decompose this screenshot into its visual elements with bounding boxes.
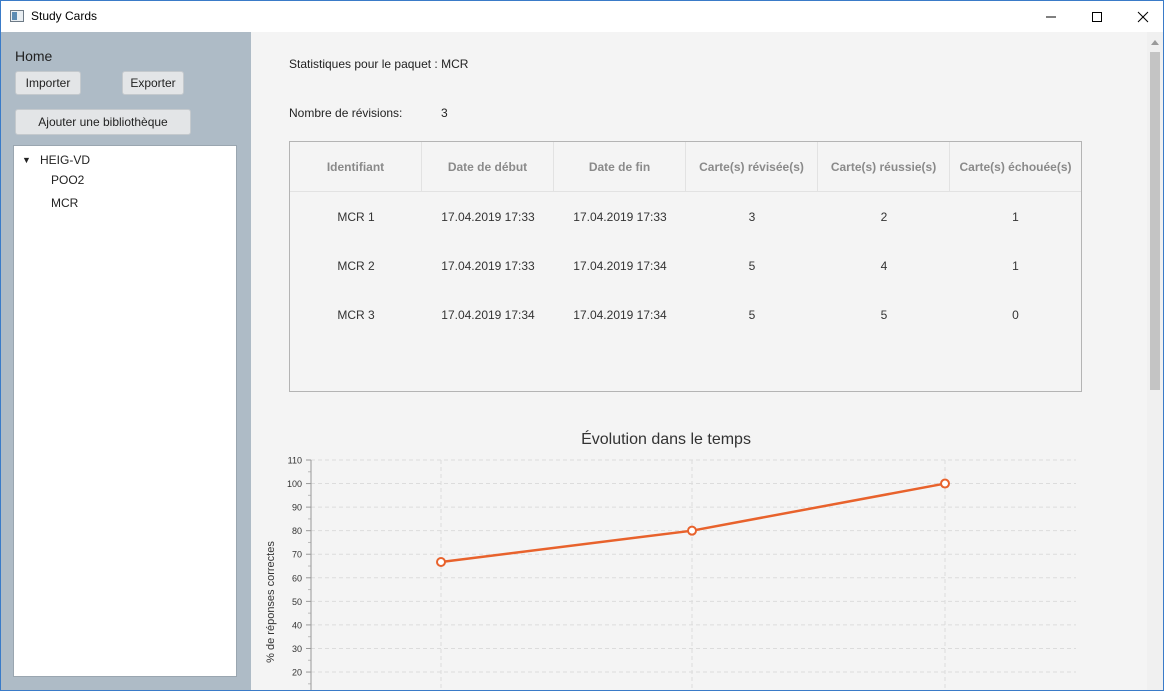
revisions-label: Nombre de révisions:	[289, 106, 403, 120]
chart-data-point	[940, 478, 950, 489]
chart-data-point	[436, 557, 446, 568]
stats-title: Statistiques pour le paquet : MCR	[289, 57, 469, 71]
table-cell: 1	[1012, 259, 1019, 273]
chart-data-point	[687, 525, 697, 536]
column-header[interactable]: Carte(s) réussie(s)	[818, 142, 950, 192]
chart-y-tick-label: 70	[292, 550, 302, 560]
table-cell: 5	[748, 308, 756, 322]
chart-y-tick-label: 80	[292, 526, 302, 536]
expand-arrow-icon[interactable]: ▼	[22, 155, 32, 165]
close-button[interactable]	[1120, 1, 1163, 32]
maximize-button[interactable]	[1074, 1, 1120, 32]
main-content: Statistiques pour le paquet : MCR Nombre…	[251, 32, 1147, 690]
table-cell: 1	[1012, 210, 1019, 224]
maximize-icon	[1092, 12, 1102, 22]
stats-table: Identifiant Date de début Date de fin Ca…	[289, 141, 1082, 392]
table-cell: 5	[748, 259, 756, 273]
vertical-scrollbar[interactable]	[1147, 32, 1163, 690]
chart-grid	[311, 459, 1076, 690]
chart-y-tick-label: 30	[292, 644, 302, 654]
table-header: Identifiant Date de début Date de fin Ca…	[290, 142, 1081, 192]
column-header[interactable]: Carte(s) révisée(s)	[686, 142, 818, 192]
scroll-up-icon[interactable]	[1151, 40, 1159, 45]
chart-y-tick-label: 90	[292, 503, 302, 513]
chart-series	[436, 478, 950, 568]
table-cell: MCR 1	[337, 210, 375, 224]
chart-y-tick-label: 50	[292, 597, 302, 607]
library-tree[interactable]: ▼ HEIG-VD POO2 MCR	[13, 145, 237, 677]
tree-item-label: HEIG-VD	[40, 153, 91, 167]
chart-y-tick-label: 20	[292, 668, 302, 678]
table-cell: 4	[880, 259, 888, 273]
table-cell: 3	[748, 210, 756, 224]
column-header[interactable]: Identifiant	[290, 142, 422, 192]
scrollbar-thumb[interactable]	[1150, 52, 1160, 390]
app-window: Study Cards Home Importer Exporter Ajout…	[0, 0, 1164, 691]
tree-item-heig-vd[interactable]: ▼ HEIG-VD	[22, 151, 90, 169]
close-icon	[1137, 11, 1149, 23]
chart-y-tick-label: 100	[287, 479, 302, 489]
table-cell: 17.04.2019 17:33	[441, 259, 535, 273]
table-cell: MCR 3	[337, 308, 375, 322]
chart-y-tick-label: 40	[292, 620, 302, 630]
table-cell: 17.04.2019 17:34	[441, 308, 535, 322]
table-cell: 0	[1012, 308, 1019, 322]
chart-title: Évolution dans le temps	[581, 429, 751, 448]
minimize-button[interactable]	[1028, 1, 1074, 32]
chart-y-axis-label: % de réponses correctes	[265, 541, 277, 663]
table-cell: 17.04.2019 17:33	[441, 210, 535, 224]
window-title: Study Cards	[31, 9, 98, 23]
table-cell: 5	[880, 308, 888, 322]
table-cell: 17.04.2019 17:34	[573, 308, 667, 322]
column-header[interactable]: Date de début	[422, 142, 554, 192]
app-icon	[10, 10, 24, 22]
minimize-icon	[1046, 16, 1056, 18]
table-cell: 17.04.2019 17:33	[573, 210, 667, 224]
title-bar: Study Cards	[1, 1, 1163, 32]
export-button[interactable]: Exporter	[122, 71, 184, 95]
sidebar: Home Importer Exporter Ajouter une bibli…	[1, 32, 251, 690]
column-header[interactable]: Date de fin	[554, 142, 686, 192]
table-cell: 2	[880, 210, 888, 224]
table-cell: 17.04.2019 17:34	[573, 259, 667, 273]
import-button[interactable]: Importer	[15, 71, 81, 95]
add-library-button[interactable]: Ajouter une bibliothèque	[15, 109, 191, 135]
chart-y-tick-label: 110	[288, 456, 302, 466]
column-header[interactable]: Carte(s) échouée(s)	[950, 142, 1081, 192]
tree-item-mcr[interactable]: MCR	[51, 196, 78, 210]
chart-series-line	[440, 482, 946, 564]
table-cell: MCR 2	[337, 259, 375, 273]
chart-y-axis: 110 100 90 80 70 60 50 40 30 20	[287, 456, 312, 690]
revisions-value: 3	[441, 106, 448, 120]
chart-y-tick-label: 60	[292, 573, 302, 583]
evolution-chart: Évolution dans le temps % de réponses co…	[265, 429, 1076, 690]
tree-item-poo2[interactable]: POO2	[51, 173, 84, 187]
home-label: Home	[15, 48, 53, 64]
